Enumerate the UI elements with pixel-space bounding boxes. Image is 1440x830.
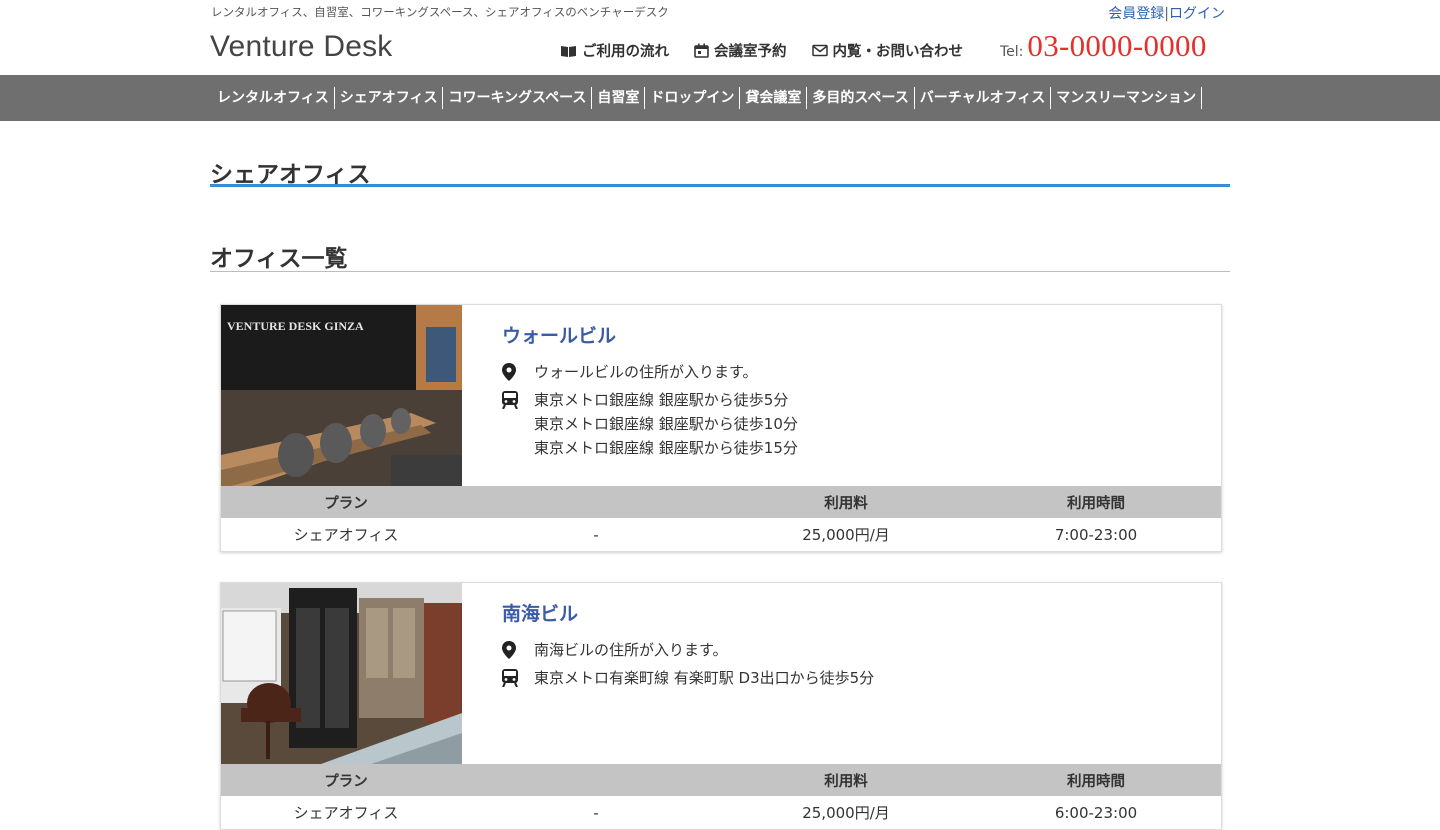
- office-photo-image: [221, 583, 462, 764]
- plan-hours: 7:00-23:00: [1054, 525, 1138, 544]
- office-card: 南海ビル 南海ビルの住所が入ります。 東京メトロ有楽町線 有楽町駅 D3出口から…: [220, 582, 1222, 830]
- note-column-header: [471, 486, 721, 518]
- note-column-header: [471, 764, 721, 796]
- office-photo-sign: VENTURE DESK GINZA: [227, 319, 364, 333]
- plan-name: シェアオフィス: [293, 526, 399, 544]
- site-header: レンタルオフィス、自習室、コワーキングスペース、シェアオフィスのベンチャーデスク…: [0, 0, 1440, 75]
- table-row: シェアオフィス - 25,000円/月 7:00-23:00: [221, 518, 1221, 551]
- plan-table: プラン 利用料 利用時間 シェアオフィス - 25,000円/月 6:00-23…: [221, 764, 1221, 829]
- office-card: VENTURE DESK GINZA ウォールビル ウォールビルの住所が入ります…: [220, 304, 1222, 552]
- table-row: シェアオフィス - 25,000円/月 6:00-23:00: [221, 796, 1221, 829]
- nav-item-meeting-room[interactable]: 貸会議室: [740, 87, 808, 109]
- nav-item-study-room[interactable]: 自習室: [592, 87, 646, 109]
- hours-column-header: 利用時間: [971, 486, 1221, 518]
- office-photo[interactable]: VENTURE DESK GINZA: [221, 305, 462, 486]
- nav-item-multipurpose-space[interactable]: 多目的スペース: [807, 87, 915, 109]
- plan-column-header: プラン: [221, 486, 471, 518]
- plan-note: -: [593, 525, 599, 544]
- office-address-row: ウォールビルの住所が入ります。: [502, 360, 798, 388]
- hours-column-header: 利用時間: [971, 764, 1221, 796]
- office-address: ウォールビルの住所が入ります。: [534, 363, 758, 381]
- train-icon: [502, 669, 518, 688]
- plan-note: -: [593, 803, 599, 822]
- contact-label: 内覧・お問い合わせ: [832, 44, 964, 60]
- nav-item-drop-in[interactable]: ドロップイン: [645, 87, 741, 109]
- phone-number-value: 03-0000-0000: [1027, 28, 1207, 63]
- office-photo[interactable]: [221, 583, 462, 764]
- office-address-row: 南海ビルの住所が入ります。: [502, 638, 874, 666]
- location-pin-icon: [502, 641, 516, 659]
- office-access-row: 東京メトロ有楽町線 有楽町駅 D3出口から徒歩5分: [502, 666, 874, 694]
- section-title: オフィス一覧: [210, 246, 348, 272]
- location-pin-icon: [502, 363, 516, 381]
- title-underline: [210, 184, 1230, 187]
- nav-item-share-office[interactable]: シェアオフィス: [335, 87, 444, 109]
- plan-name: シェアオフィス: [293, 804, 399, 822]
- plan-hours: 6:00-23:00: [1054, 803, 1138, 822]
- mail-icon: [811, 44, 828, 57]
- office-address: 南海ビルの住所が入ります。: [534, 641, 728, 659]
- nav-item-monthly-mansion[interactable]: マンスリーマンション: [1051, 87, 1203, 109]
- phone-label: Tel:: [1000, 44, 1024, 60]
- auth-links: 会員登録|ログイン: [1108, 3, 1225, 23]
- global-nav: レンタルオフィス シェアオフィス コワーキングスペース 自習室 ドロップイン 貸…: [0, 75, 1440, 121]
- book-icon: [561, 45, 576, 57]
- header-links: ご利用の流れ 会議室予約 内覧・お問い合わせ: [560, 40, 988, 61]
- plan-price: 25,000円/月: [802, 804, 890, 822]
- access-line: 東京メトロ有楽町線 有楽町駅 D3出口から徒歩5分: [534, 669, 875, 687]
- access-line: 東京メトロ銀座線 銀座駅から徒歩5分: [534, 391, 789, 409]
- price-column-header: 利用料: [721, 486, 971, 518]
- train-icon: [502, 391, 518, 410]
- usage-flow-link[interactable]: ご利用の流れ: [560, 40, 669, 61]
- register-link[interactable]: 会員登録: [1108, 6, 1164, 22]
- nav-item-virtual-office[interactable]: バーチャルオフィス: [915, 87, 1052, 109]
- office-name[interactable]: 南海ビル: [502, 599, 874, 626]
- usage-flow-label: ご利用の流れ: [582, 44, 669, 60]
- price-column-header: 利用料: [721, 764, 971, 796]
- access-line: 東京メトロ銀座線 銀座駅から徒歩10分: [534, 415, 798, 433]
- nav-item-coworking-space[interactable]: コワーキングスペース: [443, 87, 593, 109]
- calendar-icon: [694, 43, 709, 58]
- site-logo[interactable]: Venture Desk: [210, 30, 393, 64]
- login-link[interactable]: ログイン: [1169, 6, 1225, 22]
- access-line: 東京メトロ銀座線 銀座駅から徒歩15分: [534, 439, 798, 457]
- office-name[interactable]: ウォールビル: [502, 321, 798, 348]
- section-divider: [210, 271, 1230, 272]
- nav-item-rental-office[interactable]: レンタルオフィス: [211, 87, 335, 109]
- plan-table-header: プラン 利用料 利用時間: [221, 764, 1221, 796]
- office-access-row: 東京メトロ銀座線 銀座駅から徒歩5分 東京メトロ銀座線 銀座駅から徒歩10分 東…: [502, 388, 798, 460]
- office-photo-image: VENTURE DESK GINZA: [221, 305, 462, 486]
- plan-price: 25,000円/月: [802, 526, 890, 544]
- contact-link[interactable]: 内覧・お問い合わせ: [811, 40, 964, 61]
- phone-number[interactable]: Tel: 03-0000-0000: [1000, 28, 1207, 64]
- plan-column-header: プラン: [221, 764, 471, 796]
- plan-table-header: プラン 利用料 利用時間: [221, 486, 1221, 518]
- meeting-room-reservation-link[interactable]: 会議室予約: [694, 40, 787, 61]
- plan-table: プラン 利用料 利用時間 シェアオフィス - 25,000円/月 7:00-23…: [221, 486, 1221, 551]
- meeting-room-reservation-label: 会議室予約: [714, 44, 787, 60]
- site-tagline: レンタルオフィス、自習室、コワーキングスペース、シェアオフィスのベンチャーデスク: [211, 5, 669, 19]
